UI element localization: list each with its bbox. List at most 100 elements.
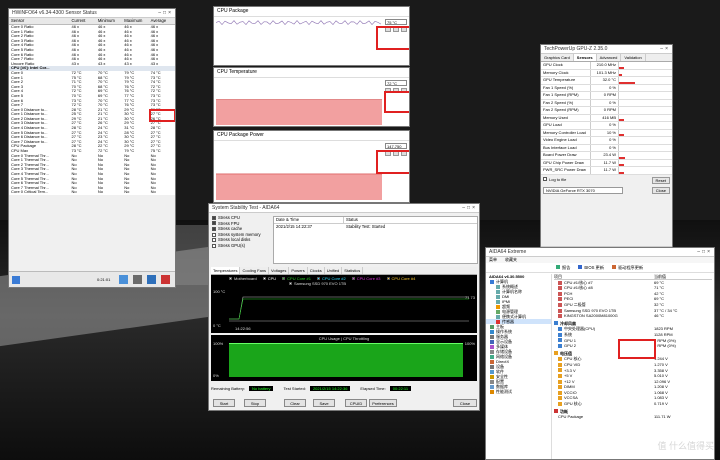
sensor-value: 0 % (591, 99, 619, 106)
window-controls[interactable]: –□× (462, 204, 477, 213)
stress-option[interactable]: Stress GPU(s) (209, 243, 271, 249)
stress-checkbox[interactable] (212, 238, 216, 243)
stop-button[interactable]: Stop (244, 399, 266, 407)
start-button[interactable]: Start (213, 399, 235, 407)
sensor-value: 32.0 °C (591, 77, 619, 84)
stress-checkbox[interactable] (212, 221, 216, 226)
sensor-value: 210.0 MHz (591, 62, 619, 69)
window-title: System Stability Test - AIDA64 (212, 205, 280, 211)
tab-advanced[interactable]: Advanced (597, 54, 622, 61)
menu-item[interactable]: 菜单 (489, 257, 497, 262)
close-button[interactable]: Close (651, 186, 670, 194)
stress-checkbox[interactable] (212, 215, 216, 220)
tab-graphics-card[interactable]: Graphics Card (541, 54, 574, 61)
detail-label-text: VCCIO (564, 389, 577, 395)
cpuid-button[interactable]: CPUID (345, 399, 367, 407)
toolbar-item[interactable]: 驱动程序更新 (611, 264, 644, 271)
toolbar-item[interactable]: 报告 (556, 265, 570, 271)
detail-row[interactable]: GPU 核心 0.719 V (554, 401, 712, 407)
legend-checkbox[interactable] (316, 277, 320, 280)
battery-label: Remaining Battery: (211, 386, 246, 391)
sensor-name[interactable]: Fan 2 Speed (RPM) (541, 107, 591, 114)
graph-value: 72 °C (385, 80, 407, 86)
window-controls[interactable]: –□× (697, 248, 712, 257)
sensor-name[interactable]: Fan 1 Speed (RPM) (541, 92, 591, 99)
clear-button[interactable]: Clear (284, 399, 306, 407)
sensor-name[interactable]: PWR_SRC Power Draw (541, 167, 591, 174)
toolbar-item[interactable]: BIOS 更新 (578, 265, 604, 271)
tab-clocks[interactable]: Clocks (308, 267, 325, 274)
stress-checkbox[interactable] (212, 232, 216, 237)
detail-label-text: 系统 (564, 331, 572, 337)
window-controls[interactable]: –□× (158, 9, 173, 18)
sensor-name[interactable]: Video Engine Load (541, 137, 591, 144)
detail-label-text: Samsung SSD 970 EVO 1TB (564, 307, 617, 313)
tab-validation[interactable]: Validation (621, 54, 646, 61)
save-button[interactable]: Save (313, 399, 335, 407)
detail-icon (558, 314, 562, 319)
column-header[interactable]: Minimum (96, 18, 122, 24)
sensor-name[interactable]: Fan 1 Speed (%) (541, 84, 591, 91)
gpuz-log-row: Log to file Reset (541, 175, 672, 186)
tab-unified[interactable]: Unified (325, 267, 343, 274)
log-checkbox[interactable] (543, 176, 547, 181)
sensor-bar-fill (619, 74, 622, 76)
detail-icon (558, 385, 562, 390)
sensor-value: 0 % (591, 122, 619, 129)
aida-toolbar: 报告 BIOS 更新 驱动程序更新 (486, 263, 714, 273)
stress-checkbox[interactable] (212, 226, 216, 231)
tab-statistics[interactable]: Statistics (342, 267, 364, 274)
sensor-name[interactable]: GPU Load (541, 122, 591, 129)
preferences-button[interactable]: Preferences (369, 399, 397, 407)
tab-temperatures[interactable]: Temperatures (211, 267, 241, 274)
tab-voltages[interactable]: Voltages (269, 267, 290, 274)
detail-row[interactable]: KINGSTON SA2000M81000G 46 °C (554, 313, 712, 319)
aida-titlebar: AIDA64 Extreme –□× (486, 248, 714, 257)
clock-icon[interactable] (133, 275, 142, 284)
sensor-name[interactable]: Memory Clock (541, 69, 591, 76)
detail-icon (558, 396, 562, 401)
tab-sensors[interactable]: Sensors (573, 54, 597, 61)
nav-arrows-icon[interactable] (12, 276, 20, 284)
sensor-graph-window: CPU Temperature 72 °C (213, 67, 410, 127)
sensor-name[interactable]: Memory Controller Load (541, 129, 591, 136)
detail-label-text: PECI (564, 296, 574, 302)
gpuz-card-row: NVIDIA GeForce RTX 3070 Close (541, 186, 672, 195)
table-cell: No (124, 190, 130, 195)
network-icon[interactable] (119, 275, 128, 284)
sensor-bar (619, 144, 672, 151)
started-label: Test Started: (283, 386, 306, 391)
sensor-name[interactable]: Board Power Draw (541, 152, 591, 159)
sensor-name[interactable]: GPU Clock (541, 62, 591, 69)
usage-title: CPU Usage | CPU Throttling (318, 336, 370, 341)
sensor-name[interactable]: Fan 2 Speed (%) (541, 99, 591, 106)
sensor-name[interactable]: GPU Temperature (541, 77, 591, 84)
legend-checkbox[interactable] (351, 277, 355, 280)
sensor-name[interactable]: Bus Interface Load (541, 144, 591, 151)
legend-checkbox[interactable] (262, 277, 266, 280)
menu-item[interactable]: 收藏夹 (505, 257, 517, 262)
legend-checkbox[interactable] (282, 277, 286, 280)
window-controls[interactable]: –× (660, 45, 670, 54)
tree-item[interactable]: 性能测试 (486, 389, 551, 394)
sensor-name[interactable]: Memory Used (541, 114, 591, 121)
sensor-name[interactable]: GPU Chip Power Draw (541, 159, 591, 166)
tab-powers[interactable]: Powers (289, 267, 308, 274)
sensor-row: PWR_SRC Power Draw 11.7 W (541, 167, 672, 175)
stress-checkbox[interactable] (212, 243, 216, 248)
card-select[interactable]: NVIDIA GeForce RTX 3070 (543, 186, 623, 194)
close-button[interactable]: Close (453, 399, 477, 407)
legend-checkbox[interactable] (229, 277, 232, 280)
legend-checkbox[interactable] (289, 282, 292, 285)
column-header[interactable]: Average (149, 18, 175, 24)
column-header[interactable]: Maximum (122, 18, 148, 24)
column-header[interactable]: Current (70, 18, 96, 24)
tab-cooling-fans[interactable]: Cooling Fans (240, 267, 270, 274)
settings-icon[interactable] (147, 275, 156, 284)
column-header[interactable]: Sensor (9, 18, 70, 24)
reset-button[interactable]: Reset (651, 176, 670, 184)
legend-checkbox[interactable] (386, 277, 390, 280)
legend-item[interactable]: Samsung SSD 970 EVO 1TB (229, 281, 473, 286)
close-icon[interactable] (161, 275, 170, 284)
toolbar-label: 驱动程序更新 (617, 264, 644, 270)
